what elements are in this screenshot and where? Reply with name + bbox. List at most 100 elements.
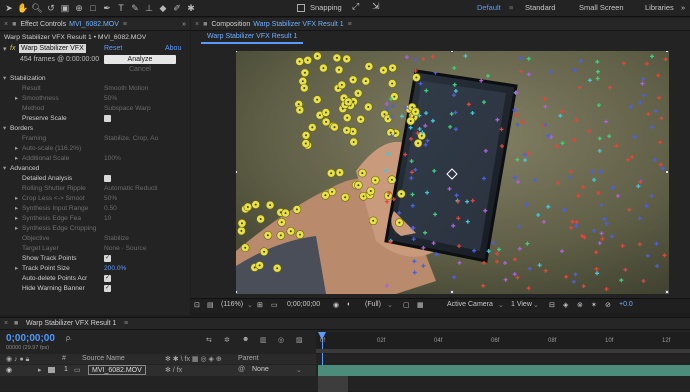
align-icon[interactable]: ⇲ [372, 1, 380, 12]
effect-controls-file[interactable]: MVI_6082.MOV [69, 21, 119, 28]
property-row[interactable]: Hide Warning Banner ✓ [0, 284, 190, 293]
layer-duration-bar[interactable] [318, 365, 690, 376]
current-time[interactable]: 0;00;00;00 [287, 301, 320, 308]
parent-dropdown-arrow[interactable]: ⌄ [296, 366, 302, 374]
video-visibility-icon[interactable]: ◉ [6, 366, 12, 374]
eraser-tool-icon[interactable]: ◆ [157, 2, 169, 14]
motion-blur-switch-icon[interactable]: ◎ [278, 336, 284, 344]
twirl-icon[interactable]: ▸ [15, 144, 21, 153]
rectangle-tool-icon[interactable]: □ [87, 2, 99, 14]
twirl-icon[interactable]: ▸ [15, 214, 21, 223]
views-dropdown-arrow[interactable]: ⌄ [533, 301, 539, 309]
property-value[interactable]: Subspace Warp [104, 104, 151, 113]
twirl-icon[interactable]: ▸ [15, 194, 21, 203]
channel-icon[interactable]: ▤ [207, 301, 214, 309]
property-row[interactable]: ▸ Track Point Size 200.0% [0, 264, 190, 273]
close-comp-tab-icon[interactable]: × [195, 21, 199, 28]
frame-handle-ml[interactable] [236, 170, 238, 174]
camera-dropdown-arrow[interactable]: ⌄ [498, 301, 504, 309]
timeline-search[interactable]: ρ. [66, 335, 206, 345]
parent-pickwhip-icon[interactable]: @ [238, 366, 245, 373]
property-row[interactable]: Show Track Points ✓ [0, 254, 190, 263]
motion-blur-icon[interactable]: ⊘ [605, 301, 611, 309]
snapping-checkbox[interactable] [295, 2, 307, 14]
layer-source-name[interactable]: MVI_6082.MOV [88, 365, 146, 375]
composition-name[interactable]: Warp Stabilizer VFX Result 1 [253, 21, 343, 28]
frame-handle-bc[interactable] [450, 290, 454, 294]
workspace-small-screen[interactable]: Small Screen [579, 3, 624, 12]
property-checkbox[interactable]: ✓ [104, 255, 111, 262]
property-value[interactable]: 200.0% [104, 264, 126, 273]
property-checkbox[interactable]: ✓ [104, 285, 111, 292]
time-ruler[interactable]: 0f 02f 04f 06f 08f 10f 12f [316, 332, 690, 392]
mask-icon[interactable]: ▭ [271, 301, 278, 309]
always-preview-icon[interactable]: ⊡ [194, 301, 200, 309]
workspace-more-icon[interactable]: » [681, 3, 685, 12]
pen-tool-icon[interactable]: ✒ [101, 2, 113, 14]
property-value[interactable]: None · Source [104, 244, 147, 253]
property-row[interactable]: ▾ Advanced [0, 164, 190, 173]
timeline-menu-icon[interactable]: ≡ [124, 320, 128, 327]
frame-handle-tr[interactable] [665, 51, 669, 53]
column-source-name[interactable]: Source Name [82, 355, 125, 362]
comp-lock-icon[interactable]: ■ [203, 21, 207, 28]
property-row[interactable]: ▸ Auto-scale (116.2%) [0, 144, 190, 153]
property-row[interactable]: ▸ Synthesis Edge Cropping [0, 224, 190, 233]
twirl-icon[interactable]: ▸ [15, 224, 21, 233]
resolution-dropdown-arrow[interactable]: ⌄ [387, 301, 393, 309]
twirl-icon[interactable]: ▸ [15, 154, 21, 163]
column-parent[interactable]: Parent [238, 355, 259, 362]
property-checkbox[interactable]: ✓ [104, 275, 111, 282]
frame-blending-icon[interactable]: ▥ [260, 336, 267, 344]
brush-tool-icon[interactable]: ✎ [129, 2, 141, 14]
property-row[interactable]: ▸ Synthesis Input Range 0.50 [0, 204, 190, 213]
timeline-nav[interactable] [318, 376, 348, 392]
property-value[interactable]: 10 [104, 214, 111, 223]
clone-stamp-tool-icon[interactable]: ⊥ [143, 2, 155, 14]
frame-handle-bl[interactable] [236, 290, 238, 294]
frame-handle-tl[interactable] [236, 51, 238, 53]
twirl-icon[interactable]: ▾ [3, 74, 9, 83]
layer-switches[interactable]: ✻ / fx [165, 366, 182, 374]
property-row[interactable]: Result Smooth Motion [0, 84, 190, 93]
workspace-default-menu[interactable]: ≡ [509, 3, 513, 12]
property-value[interactable]: 100% [104, 154, 121, 163]
panel-expand-icon[interactable]: » [182, 21, 186, 28]
panel-menu-icon[interactable]: ≡ [123, 21, 127, 28]
parent-dropdown[interactable]: None [252, 366, 269, 373]
resolution-dropdown[interactable]: (Full) [365, 301, 381, 308]
twirl-icon[interactable]: ▾ [3, 124, 9, 133]
camera-dropdown[interactable]: Active Camera [447, 301, 493, 308]
cancel-button[interactable]: Cancel [129, 66, 151, 73]
layer-expand-icon[interactable]: ▸ [38, 366, 42, 374]
region-of-interest-icon[interactable]: ▢ [403, 301, 410, 309]
rotate-tool-icon[interactable]: ↺ [45, 2, 57, 14]
fx-badge[interactable]: fx [10, 45, 15, 52]
property-value[interactable]: Smooth Motion [104, 84, 148, 93]
frame-handle-mr[interactable] [665, 170, 669, 174]
type-tool-icon[interactable]: T [115, 2, 127, 14]
property-row[interactable]: ▸ Smoothness 50% [0, 94, 190, 103]
property-row[interactable]: Target Layer None · Source [0, 244, 190, 253]
property-row[interactable]: Method Subspace Warp [0, 104, 190, 113]
zoom-tool-icon[interactable]: 🔍︎ [31, 2, 43, 14]
draft-3d-icon[interactable]: ✲ [224, 336, 230, 344]
comp-mini-flowchart-icon[interactable]: ⇆ [206, 336, 212, 344]
about-link[interactable]: Abou [165, 45, 181, 52]
property-row[interactable]: Preserve Scale [0, 114, 190, 123]
selection-tool-icon[interactable]: ➤ [3, 2, 15, 14]
timeline-lock-icon[interactable]: ■ [14, 320, 18, 327]
frame-handle-br[interactable] [665, 290, 669, 294]
snap-options-icon[interactable]: ⤢ [352, 1, 359, 12]
layer-row[interactable]: ◉ ▸ 1 ▭ MVI_6082.MOV ✻ / fx @ None ⌄ [0, 365, 316, 376]
roto-brush-tool-icon[interactable]: ✐ [171, 2, 183, 14]
views-dropdown[interactable]: 1 View [511, 301, 532, 308]
effect-expand-icon[interactable]: ▾ [3, 45, 7, 53]
pan-behind-tool-icon[interactable]: ⊕ [73, 2, 85, 14]
twirl-icon[interactable]: ▸ [15, 94, 21, 103]
property-row[interactable]: Rolling Shutter Ripple Automatic Reducti [0, 184, 190, 193]
close-timeline-tab-icon[interactable]: × [4, 320, 8, 327]
3d-view-icon[interactable]: ◈ [563, 301, 568, 309]
property-row[interactable]: ▸ Synthesis Edge Fea 10 [0, 214, 190, 223]
property-value[interactable]: Automatic Reducti [104, 184, 158, 193]
